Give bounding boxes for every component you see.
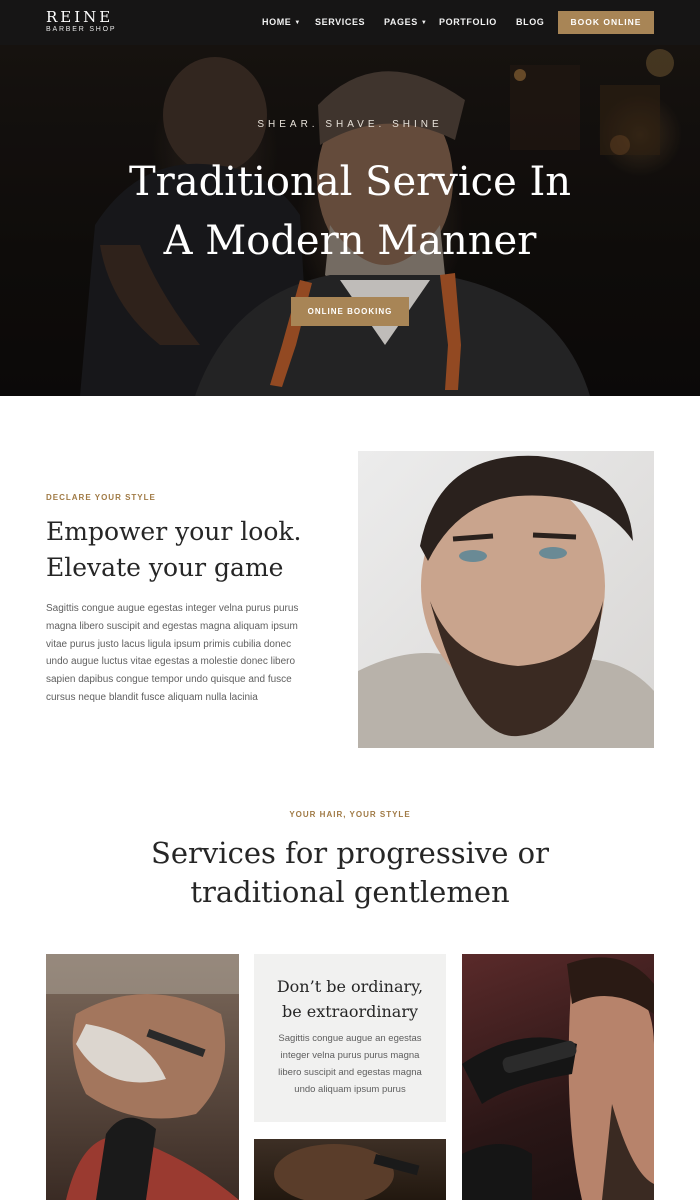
about-title: Empower your look. Elevate your game	[46, 514, 336, 586]
service-card-title-line-2: be extraordinary	[281, 1002, 419, 1021]
clipper-service-photo[interactable]	[462, 954, 654, 1200]
book-online-button[interactable]: BOOK ONLINE	[558, 11, 654, 34]
nav-item-label: SERVICES	[315, 17, 366, 27]
nav-item-label: BLOG	[516, 17, 545, 27]
nav-item-blog[interactable]: BLOG	[516, 17, 544, 27]
online-booking-button[interactable]: ONLINE BOOKING	[291, 297, 409, 326]
hero-title: Traditional Service In A Modern Manner	[0, 153, 700, 271]
shave-service-photo[interactable]	[46, 954, 239, 1200]
about-portrait-photo	[358, 451, 654, 748]
main-nav: HOME ▼ SERVICES PAGES ▼ PORTFOLIO BLOG BOO…	[0, 0, 700, 45]
service-card-title-line-1: Don’t be ordinary,	[276, 977, 424, 996]
clipper-illustration	[462, 957, 654, 1200]
services-title-line-1: Services for progressive or	[151, 836, 549, 870]
service-promo-card: Don’t be ordinary, be extraordinary Sagi…	[254, 954, 446, 1122]
services-title-line-2: traditional gentlemen	[190, 875, 510, 909]
haircut-illustration	[274, 1144, 420, 1200]
hero-kicker: SHEAR. SHAVE. SHINE	[257, 119, 443, 130]
services-kicker: YOUR HAIR, YOUR STYLE	[289, 810, 411, 819]
nav-item-label: HOME	[262, 17, 292, 27]
site-header: REINE BARBER SHOP HOME ▼ SERVICES PAGES ▼ …	[0, 0, 700, 45]
haircut-service-photo[interactable]	[254, 1139, 446, 1200]
about-kicker: DECLARE YOUR STYLE	[46, 493, 156, 502]
chevron-down-icon: ▼	[420, 20, 428, 26]
nav-item-pages[interactable]: PAGES ▼	[384, 17, 427, 28]
hero-section: SHEAR. SHAVE. SHINE Traditional Service …	[0, 45, 700, 396]
nav-item-services[interactable]: SERVICES	[315, 17, 365, 27]
service-card-title: Don’t be ordinary, be extraordinary	[254, 974, 446, 1024]
nav-item-label: PORTFOLIO	[439, 17, 497, 27]
hero-title-line-1: Traditional Service In	[128, 159, 572, 205]
nav-item-home[interactable]: HOME ▼	[262, 17, 301, 28]
about-text: Sagittis congue augue egestas integer ve…	[46, 603, 299, 703]
hero-title-line-2: A Modern Manner	[163, 218, 537, 264]
nav-item-portfolio[interactable]: PORTFOLIO	[439, 17, 497, 27]
services-title: Services for progressive or traditional …	[0, 834, 700, 912]
about-title-line-1: Empower your look.	[46, 517, 302, 546]
portrait-illustration	[358, 455, 654, 748]
about-title-line-2: Elevate your game	[46, 553, 284, 582]
nav-item-label: PAGES	[384, 17, 418, 27]
shave-illustration	[46, 954, 239, 1200]
chevron-down-icon: ▼	[294, 20, 301, 26]
service-card-text: Sagittis congue augue an egestas integer…	[278, 1033, 422, 1095]
